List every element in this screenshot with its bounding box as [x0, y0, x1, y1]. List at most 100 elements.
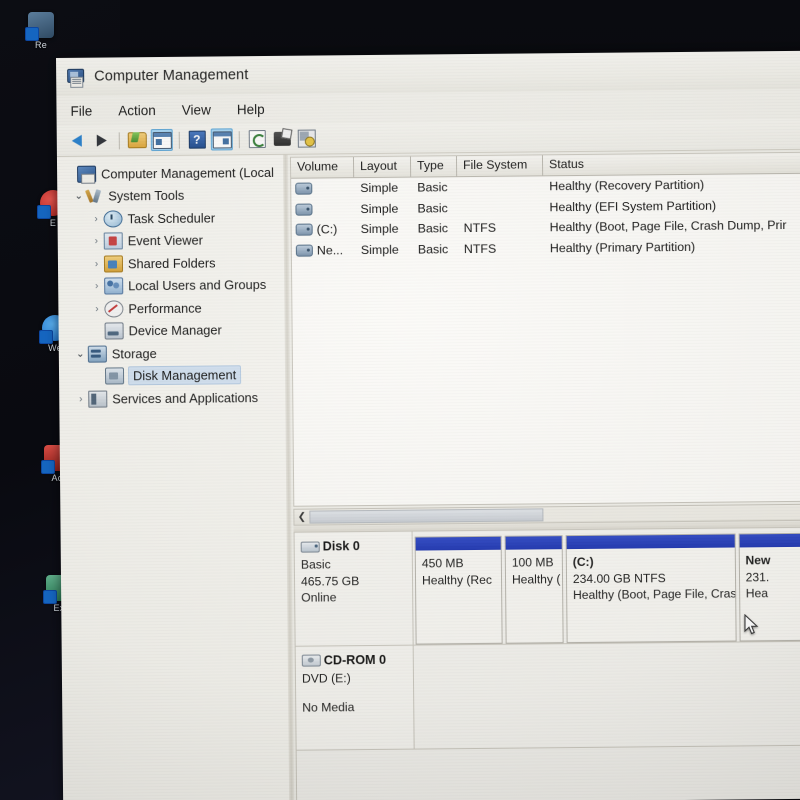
chevron-right-icon[interactable]: ›: [73, 393, 88, 405]
column-header-status[interactable]: Status: [543, 153, 800, 176]
help-button[interactable]: ?: [186, 129, 208, 151]
tree-item-label: Event Viewer: [127, 232, 204, 249]
tree-item-system-tools[interactable]: ⌄ System Tools: [60, 183, 283, 208]
tree-item-local-users-and-groups[interactable]: › Local Users and Groups: [61, 273, 284, 298]
chevron-right-icon[interactable]: ›: [89, 258, 104, 269]
forward-button[interactable]: [91, 129, 113, 151]
tree-item-disk-management[interactable]: Disk Management: [62, 363, 285, 388]
cell-layout: Simple: [360, 201, 399, 216]
graphical-disk-view: Disk 0 Basic 465.75 GB Online 450 MB Hea…: [293, 526, 800, 800]
cell-volume: [291, 203, 354, 216]
partition-size: 234.00 GB NTFS: [572, 570, 666, 586]
computer-management-window: Computer Management File Action View Hel…: [56, 50, 800, 800]
disk-management-icon: [104, 367, 125, 385]
menu-item-view[interactable]: View: [179, 100, 214, 119]
cell-file-system: [457, 187, 543, 188]
partition-label: (C:): [572, 554, 594, 570]
back-button[interactable]: [66, 130, 88, 152]
refresh-button[interactable]: [246, 128, 268, 150]
column-header-file-system[interactable]: File System: [456, 155, 544, 177]
disk-title: CD-ROM 0: [301, 652, 413, 668]
computer-management-icon: [66, 67, 85, 88]
disk-name: CD-ROM 0: [323, 652, 387, 668]
partition-size: 231.: [745, 569, 770, 584]
desktop-icon[interactable]: Re: [18, 12, 64, 50]
performance-icon: [104, 300, 124, 318]
disk-title: Disk 0: [300, 539, 412, 554]
export-list-button[interactable]: [271, 128, 293, 150]
chevron-right-icon[interactable]: ›: [88, 213, 103, 224]
forward-icon: [96, 134, 107, 147]
chevron-down-icon[interactable]: ⌄: [71, 191, 86, 202]
shared-folder-icon: [103, 255, 124, 273]
tree-item-label: Performance: [128, 300, 202, 317]
window-title: Computer Management: [94, 67, 249, 85]
cell-status: Healthy (Boot, Page File, Crash Dump, Pr…: [549, 218, 787, 235]
screen-photo: Re E We Ac Ex Computer Management File A…: [0, 0, 800, 800]
tree-item-task-scheduler[interactable]: › Task Scheduler: [60, 206, 283, 231]
chevron-right-icon[interactable]: ›: [89, 303, 104, 314]
column-header-volume[interactable]: Volume: [290, 157, 355, 178]
menu-item-file[interactable]: File: [67, 101, 95, 120]
show-console-tree-button[interactable]: [150, 128, 173, 152]
partition-c-drive[interactable]: (C:) 234.00 GB NTFS Healthy (Boot, Page …: [565, 533, 737, 644]
partition-color-bar: [739, 533, 800, 548]
partition-recovery[interactable]: 450 MB Healthy (Rec: [414, 535, 503, 645]
partition-status: Healthy (Boot, Page File, Cras: [573, 586, 737, 603]
up-one-level-button[interactable]: [126, 129, 148, 151]
scrollbar-thumb[interactable]: [309, 508, 544, 524]
partition-label: New: [745, 553, 771, 568]
tree-item-performance[interactable]: › Performance: [61, 296, 284, 321]
up-folder-icon: [127, 132, 147, 149]
clock-icon: [103, 210, 123, 228]
chevron-right-icon[interactable]: ›: [89, 281, 104, 292]
tree-item-label: Disk Management: [128, 366, 241, 385]
disk-capacity: 465.75 GB: [300, 573, 360, 589]
cell-file-system: NTFS: [463, 241, 497, 256]
toolbar-separator: [178, 131, 180, 149]
tree-item-label: Storage: [111, 345, 157, 362]
recycle-bin-icon: [25, 12, 54, 41]
disk-block-cdrom0[interactable]: CD-ROM 0 DVD (E:) No Media: [295, 641, 800, 751]
cell-status: Healthy (Primary Partition): [549, 239, 696, 256]
partition-efi[interactable]: 100 MB Healthy (: [504, 535, 564, 644]
tree-item-device-manager[interactable]: Device Manager: [62, 318, 285, 343]
menu-item-help[interactable]: Help: [234, 99, 268, 118]
tree-item-storage[interactable]: ⌄ Storage: [62, 341, 285, 366]
tree-item-computer-management[interactable]: Computer Management (Local: [60, 161, 283, 186]
chevron-down-icon[interactable]: ⌄: [73, 348, 88, 359]
tree-item-services-and-applications[interactable]: › Services and Applications: [62, 386, 285, 411]
tools-icon: [86, 189, 103, 204]
column-header-layout[interactable]: Layout: [353, 156, 412, 178]
volume-list: Volume Layout Type File System Status Si…: [289, 151, 800, 507]
partition-strip-disk0: 450 MB Healthy (Rec 100 MB Healthy ((C:…: [413, 527, 800, 645]
cell-status: Healthy (Recovery Partition): [549, 178, 705, 194]
table-row[interactable]: Ne... Simple Basic NTFS Healthy (Primary…: [292, 235, 800, 261]
tree-item-event-viewer[interactable]: › Event Viewer: [61, 228, 284, 253]
action-pane-panel-icon: [212, 130, 232, 149]
volume-icon: [295, 244, 313, 257]
column-header-type[interactable]: Type: [410, 156, 458, 177]
menu-item-action[interactable]: Action: [115, 101, 159, 120]
disk-info-cdrom0[interactable]: CD-ROM 0 DVD (E:) No Media: [295, 645, 415, 750]
window-body: Computer Management (Local ⌄ System Tool…: [56, 149, 800, 800]
scroll-left-icon[interactable]: ❮: [294, 512, 309, 523]
disk-management-pane: Volume Layout Type File System Status Si…: [287, 149, 800, 800]
toolbar-separator: [118, 131, 120, 149]
tree-item-shared-folders[interactable]: › Shared Folders: [61, 251, 284, 276]
cdrom-empty-area: [413, 641, 800, 749]
tree-item-label: Task Scheduler: [127, 210, 216, 227]
disk-info-disk0[interactable]: Disk 0 Basic 465.75 GB Online: [294, 531, 414, 646]
tree-item-label: Services and Applications: [112, 389, 259, 407]
cell-layout: Simple: [360, 180, 399, 196]
refresh-icon: [248, 129, 266, 149]
disk-block-disk0[interactable]: Disk 0 Basic 465.75 GB Online 450 MB Hea…: [294, 527, 800, 647]
volume-list-rows: Simple Basic Healthy (Recovery Partition…: [291, 174, 800, 261]
properties-button[interactable]: [296, 127, 318, 149]
chevron-right-icon[interactable]: ›: [89, 236, 104, 247]
partition-status: Healthy (Rec: [421, 572, 492, 588]
cell-file-system: NTFS: [463, 221, 497, 236]
show-action-pane-button[interactable]: [210, 128, 233, 151]
help-icon: ?: [188, 130, 206, 149]
cell-type: Basic: [417, 180, 448, 195]
